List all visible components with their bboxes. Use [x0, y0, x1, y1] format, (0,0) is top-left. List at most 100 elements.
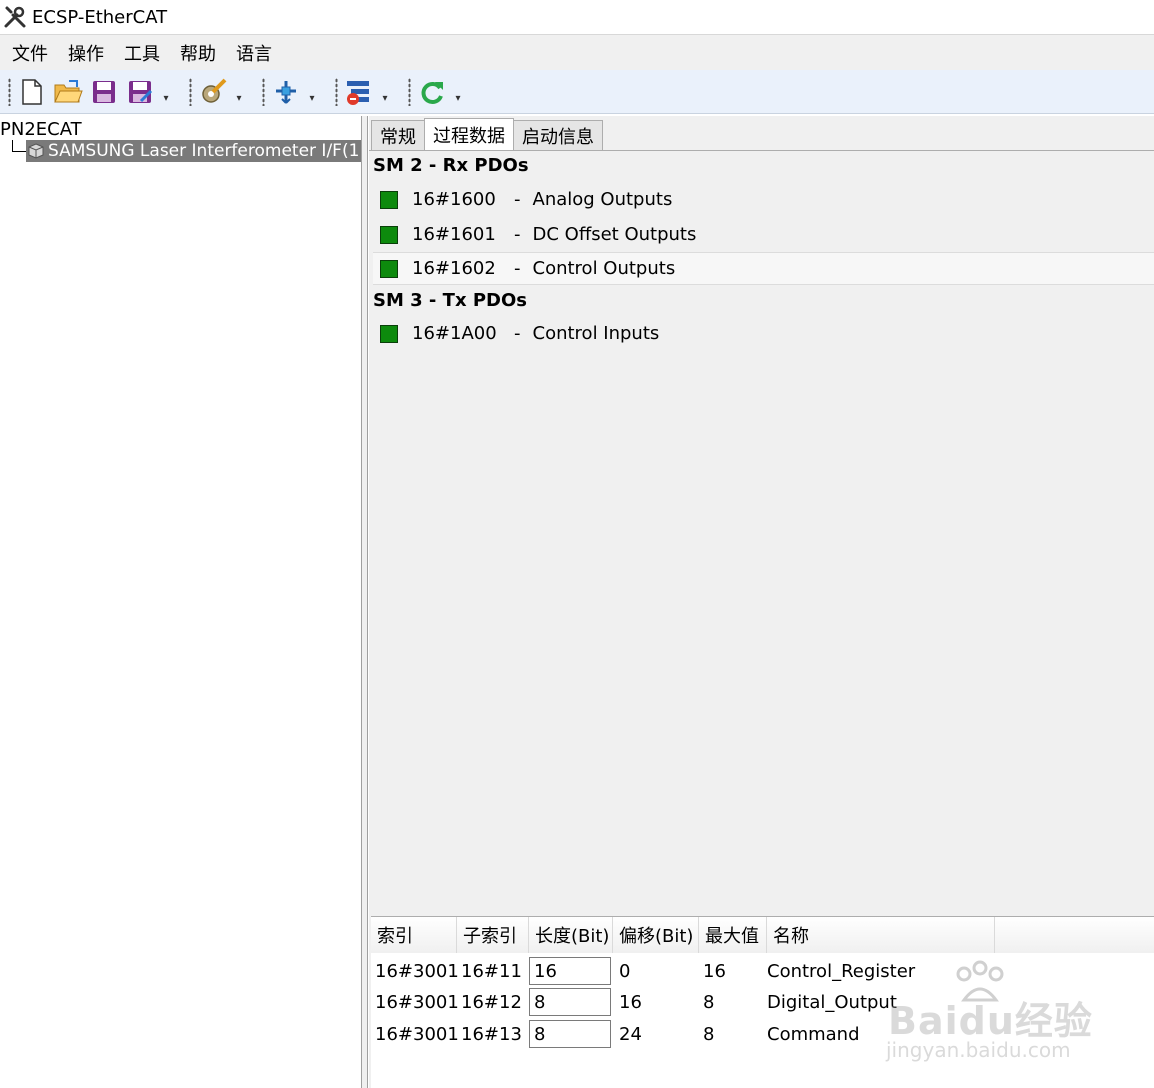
device-cube-icon — [28, 143, 44, 159]
window-title: ECSP-EtherCAT — [32, 6, 168, 28]
save-button[interactable] — [89, 76, 119, 108]
cell-name: Command — [767, 1023, 860, 1045]
tab-process-data[interactable]: 过程数据 — [424, 118, 514, 150]
pdo-row-1600[interactable]: 16#1600 - Analog Outputs — [373, 183, 1154, 216]
new-file-icon — [22, 78, 42, 105]
edit-config-icon — [202, 78, 227, 103]
pdo-separator: - — [514, 323, 521, 344]
column-header-offset[interactable]: 偏移(Bit) — [613, 917, 699, 953]
tab-startup-info[interactable]: 启动信息 — [513, 120, 603, 150]
title-bar: ECSP-EtherCAT — [0, 0, 1154, 34]
pdo-index: 16#1601 — [412, 224, 496, 245]
menu-operate[interactable]: 操作 — [68, 40, 104, 66]
edit-config-button[interactable] — [198, 76, 228, 108]
toolbar-grip-5[interactable] — [408, 77, 411, 106]
tree-node-device[interactable]: SAMSUNG Laser Interferometer I/F(1 — [26, 140, 361, 162]
detail-panel: 常规 过程数据 启动信息 SM 2 - Rx PDOs 16#1600 - An… — [369, 116, 1154, 1088]
cell-offset: 0 — [619, 960, 631, 982]
pdo-index: 16#1602 — [412, 258, 496, 279]
device-list-dropdown[interactable]: ▾ — [380, 76, 390, 108]
pdo-separator: - — [514, 189, 521, 210]
tools-icon — [4, 6, 26, 28]
cell-max: 16 — [703, 960, 726, 982]
toolbar-grip[interactable] — [8, 77, 11, 106]
toolbar-grip-4[interactable] — [335, 77, 338, 106]
tree-node-label: SAMSUNG Laser Interferometer I/F(1 — [48, 141, 360, 161]
add-device-icon — [276, 80, 296, 104]
column-header-name[interactable]: 名称 — [767, 917, 995, 953]
menu-language[interactable]: 语言 — [236, 40, 272, 66]
column-header-max[interactable]: 最大值 — [699, 917, 767, 953]
column-header-length[interactable]: 长度(Bit) — [529, 917, 613, 953]
cell-max: 8 — [703, 1023, 715, 1045]
pdo-row-1602[interactable]: 16#1602 - Control Outputs — [373, 252, 1154, 285]
table-header: 索引 子索引 长度(Bit) 偏移(Bit) 最大值 名称 — [371, 917, 1154, 953]
save-icon — [93, 80, 115, 103]
column-header-subindex[interactable]: 子索引 — [457, 917, 529, 953]
device-list-button[interactable] — [344, 76, 374, 108]
sm2-header: SM 2 - Rx PDOs — [373, 155, 529, 176]
table-row[interactable]: 16#3001 16#12 8 16 8 Digital_Output — [371, 986, 1154, 1018]
menu-tools[interactable]: 工具 — [124, 40, 160, 66]
new-file-button[interactable] — [17, 76, 47, 108]
cell-max: 8 — [703, 991, 715, 1013]
refresh-button[interactable] — [417, 76, 447, 108]
pdo-checkbox[interactable] — [380, 324, 398, 343]
tree-root-label[interactable]: PN2ECAT — [0, 119, 82, 140]
cell-name: Control_Register — [767, 960, 916, 982]
pdo-name: Control Outputs — [532, 258, 676, 279]
pdo-index: 16#1A00 — [412, 323, 497, 344]
save-as-button[interactable] — [125, 76, 155, 108]
table-row[interactable]: 16#3001 16#13 8 24 8 Command — [371, 1018, 1154, 1050]
menu-file[interactable]: 文件 — [12, 40, 48, 66]
column-header-index[interactable]: 索引 — [371, 917, 457, 953]
cell-subindex: 16#13 — [461, 1023, 522, 1045]
pdo-checkbox[interactable] — [380, 225, 398, 244]
pdo-checkbox[interactable] — [380, 259, 398, 278]
cell-subindex: 16#11 — [461, 960, 522, 982]
menu-help[interactable]: 帮助 — [180, 40, 216, 66]
edit-dropdown[interactable]: ▾ — [234, 76, 244, 108]
length-input[interactable]: 8 — [529, 1020, 611, 1048]
pdo-list: SM 2 - Rx PDOs 16#1600 - Analog Outputs … — [369, 150, 1154, 914]
refresh-icon — [421, 81, 443, 104]
cell-offset: 24 — [619, 1023, 642, 1045]
cell-index: 16#3001 — [375, 1023, 459, 1045]
open-folder-icon — [54, 79, 83, 102]
panel-splitter[interactable] — [362, 116, 368, 1088]
save-dropdown[interactable]: ▾ — [161, 76, 171, 108]
device-list-icon — [347, 80, 369, 105]
menu-bar: 文件 操作 工具 帮助 语言 — [0, 34, 1154, 70]
length-input[interactable]: 16 — [529, 957, 611, 985]
pdo-entry-table: 索引 子索引 长度(Bit) 偏移(Bit) 最大值 名称 16#3001 16… — [371, 916, 1154, 1088]
toolbar-grip-3[interactable] — [262, 77, 265, 106]
table-row[interactable]: 16#3001 16#11 16 0 16 Control_Register — [371, 955, 1154, 987]
add-device-button[interactable] — [271, 76, 301, 108]
pdo-row-1a00[interactable]: 16#1A00 - Control Inputs — [373, 317, 1154, 350]
add-device-dropdown[interactable]: ▾ — [307, 76, 317, 108]
cell-subindex: 16#12 — [461, 991, 522, 1013]
sm3-header: SM 3 - Tx PDOs — [373, 290, 527, 311]
pdo-name: Analog Outputs — [532, 189, 673, 210]
pdo-separator: - — [514, 258, 521, 279]
pdo-name: Control Inputs — [532, 323, 660, 344]
device-tree-panel: PN2ECAT SAMSUNG Laser Interferometer I/F… — [0, 116, 362, 1088]
column-header-filler — [995, 917, 1154, 953]
pdo-separator: - — [514, 224, 521, 245]
length-input[interactable]: 8 — [529, 988, 611, 1016]
open-button[interactable] — [53, 76, 83, 108]
cell-index: 16#3001 — [375, 960, 459, 982]
toolbar: ▾ ▾ ▾ ▾ ▾ — [0, 70, 1154, 114]
tab-general[interactable]: 常规 — [371, 120, 425, 150]
pdo-index: 16#1600 — [412, 189, 496, 210]
cell-offset: 16 — [619, 991, 642, 1013]
cell-index: 16#3001 — [375, 991, 459, 1013]
save-as-icon — [129, 80, 153, 103]
refresh-dropdown[interactable]: ▾ — [453, 76, 463, 108]
pdo-checkbox[interactable] — [380, 190, 398, 209]
pdo-name: DC Offset Outputs — [532, 224, 697, 245]
cell-name: Digital_Output — [767, 991, 897, 1013]
toolbar-grip-2[interactable] — [189, 77, 192, 106]
tab-strip: 常规 过程数据 启动信息 — [371, 118, 603, 150]
pdo-row-1601[interactable]: 16#1601 - DC Offset Outputs — [373, 218, 1154, 251]
